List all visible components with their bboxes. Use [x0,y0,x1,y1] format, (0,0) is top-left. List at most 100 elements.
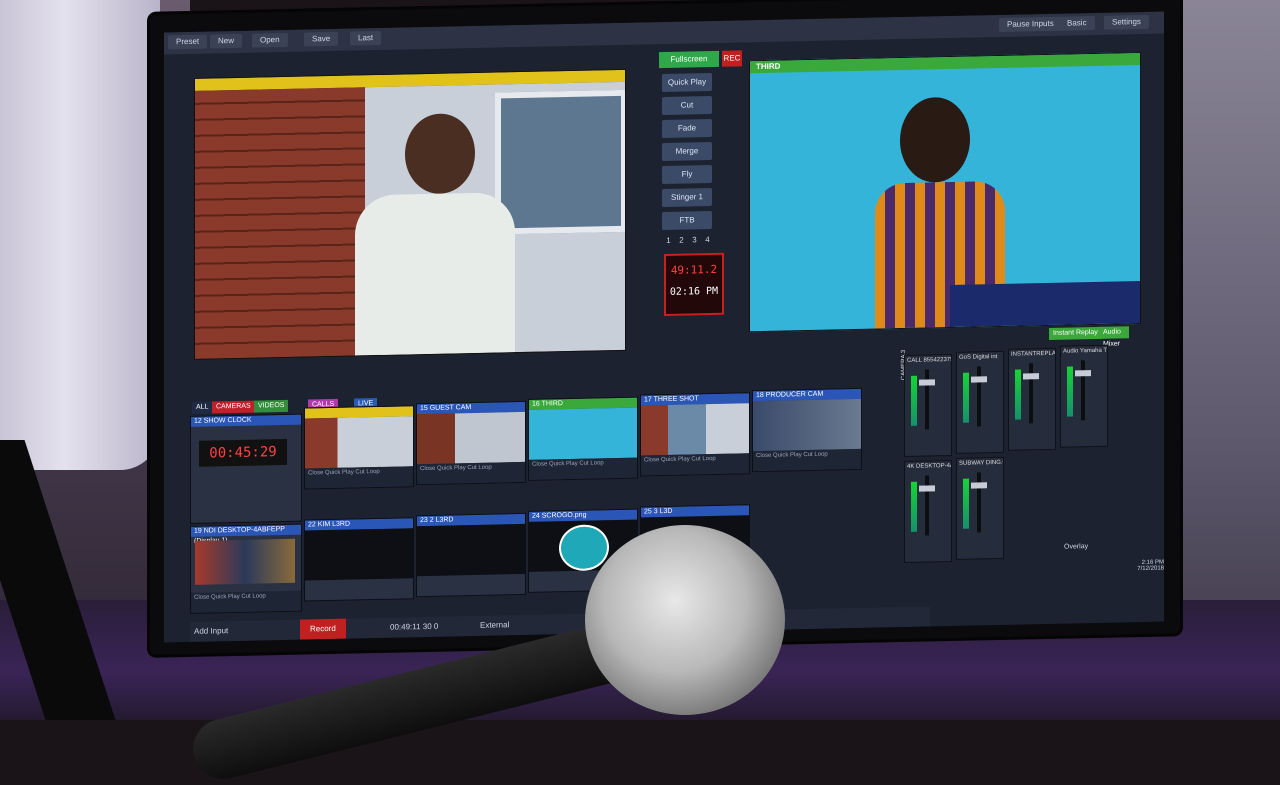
input-title: 12 SHOW CLOCK [191,414,301,427]
close-button[interactable]: Close [644,457,659,463]
fader-label: GoS Digital int [959,354,998,361]
overlay-button[interactable]: Overlay [1064,543,1088,551]
instant-replay-tab[interactable]: Instant Replay [1049,326,1102,340]
cut-button[interactable]: Cut [467,465,476,471]
input-slot[interactable]: 17 THREE SHOT Close Quick Play Cut Loop [640,392,750,477]
cut-button[interactable]: Cut [355,469,364,475]
fullscreen-button[interactable]: Fullscreen [659,50,719,69]
close-button[interactable]: Close [756,453,771,459]
external-button[interactable]: External [480,615,509,636]
output-panel[interactable]: THIRD [749,52,1141,333]
close-button[interactable]: Close [194,595,209,601]
quick-play-button[interactable]: Quick Play [549,461,578,468]
input-title: 19 NDI DESKTOP-4ABFEPP (Display 1) [191,524,301,545]
loop-button[interactable]: Loop [478,465,491,471]
input-video [641,403,749,456]
quick-play-button[interactable]: Quick Play [211,594,240,601]
audio-meter [911,481,917,532]
cut-button[interactable]: Cut [241,594,250,600]
fader-knob[interactable] [1023,373,1039,380]
cut-button[interactable]: Cut [579,461,588,467]
transition-1-button[interactable]: 1 [666,236,670,250]
transition-2-button[interactable]: 2 [679,236,683,250]
audio-fader[interactable]: Audio Yamaha TF [1060,344,1108,448]
input-slot[interactable]: 15 GUEST CAM Close Quick Play Cut Loop [416,400,526,486]
pause-inputs-button[interactable]: Pause Inputs [999,16,1062,33]
fader-knob[interactable] [919,485,935,492]
close-button[interactable]: Close [532,461,547,467]
microphone-head [585,525,785,715]
input-controls: Close Quick Play Cut Loop [305,466,413,489]
basic-button[interactable]: Basic [1059,16,1095,31]
ftb-button[interactable]: FTB [662,211,712,231]
audio-fader[interactable]: SUBWAY DING.wav [956,456,1004,560]
audio-meter [1067,366,1073,417]
quick-play-button[interactable]: Quick Play [773,452,802,459]
record-button[interactable]: Record [300,618,346,640]
input-slot[interactable]: 19 NDI DESKTOP-4ABFEPP (Display 1) Close… [190,523,302,614]
studio-window [495,89,626,235]
loop-button[interactable]: Loop [252,593,265,599]
fader-knob[interactable] [971,482,987,489]
quick-play-button[interactable]: Quick Play [437,465,466,472]
quick-play-button[interactable]: Quick Play [661,456,690,463]
add-input-button[interactable]: Add Input [194,621,228,642]
fader-label: INSTANTREPLAY [1011,350,1055,358]
audio-meter [911,375,917,426]
studio-couch [950,281,1140,328]
audio-fader[interactable]: GoS Digital int [956,350,1004,454]
cut-button[interactable]: Cut [803,452,812,458]
tab-cameras[interactable]: CAMERAS [212,400,255,414]
last-button[interactable]: Last [350,30,382,46]
audio-meter [963,372,969,423]
save-button[interactable]: Save [304,31,339,47]
input-video [195,538,295,585]
new-button[interactable]: New [210,33,243,49]
close-button[interactable]: Close [308,470,323,476]
rec-button[interactable]: REC [722,50,742,67]
open-button[interactable]: Open [252,32,288,48]
input-controls: Close Quick Play Cut Loop [191,590,301,613]
input-slot[interactable]: 18 PRODUCER CAM Close Quick Play Cut Loo… [752,387,862,473]
cut-button[interactable]: Cut [662,96,712,116]
input-slot[interactable]: 23 2 L3RD [416,512,526,598]
tab-videos[interactable]: VIDEOS [254,399,289,413]
loop-button[interactable]: Loop [702,456,715,462]
stinger-button[interactable]: Stinger 1 [662,188,712,208]
show-clock-input[interactable]: 12 SHOW CLOCK 00:45:29 [190,413,302,524]
taskbar-clock: 2:16 PM 7/12/2018 [1114,560,1164,573]
tab-all[interactable]: ALL [192,401,213,414]
input-controls: Close Quick Play Cut Loop [417,461,525,485]
audio-fader[interactable]: 4K DESKTOP-4ABF [904,459,952,563]
audio-mixer-tab[interactable]: Audio Mixer [1099,326,1129,348]
fader-label: SUBWAY DING.wav [959,459,1003,467]
fader-knob[interactable] [919,379,935,386]
audio-fader[interactable]: INSTANTREPLAY [1008,347,1056,451]
audio-meter [1015,369,1021,420]
transition-4-button[interactable]: 4 [705,235,709,249]
close-button[interactable]: Close [420,466,435,472]
input-slot[interactable]: 16 THIRD Close Quick Play Cut Loop [528,396,638,481]
master-clock: 49:11.2 02:16 PM [664,252,724,317]
loop-button[interactable]: Loop [814,452,827,458]
merge-button[interactable]: Merge [662,142,712,162]
quick-play-button[interactable]: Quick Play [662,73,712,93]
settings-button[interactable]: Settings [1104,14,1149,30]
fly-button[interactable]: Fly [662,165,712,185]
patterned-curtain [0,0,160,470]
input-controls: Close Quick Play Cut Loop [641,453,749,476]
input-slot[interactable]: Close Quick Play Cut Loop [304,405,414,490]
loop-button[interactable]: Loop [366,469,379,475]
fader-knob[interactable] [1075,370,1091,377]
audio-fader[interactable]: CALL 8554223758 [904,353,952,457]
fade-button[interactable]: Fade [662,119,712,139]
brick-wall [195,87,365,359]
quick-play-button[interactable]: Quick Play [325,470,354,477]
input-slot[interactable]: 22 KIM L3RD [304,517,414,602]
transition-3-button[interactable]: 3 [692,235,696,249]
preset-button[interactable]: Preset [168,34,208,50]
preview-panel[interactable] [194,68,626,360]
cut-button[interactable]: Cut [691,456,700,462]
fader-knob[interactable] [971,376,987,383]
loop-button[interactable]: Loop [590,460,603,466]
